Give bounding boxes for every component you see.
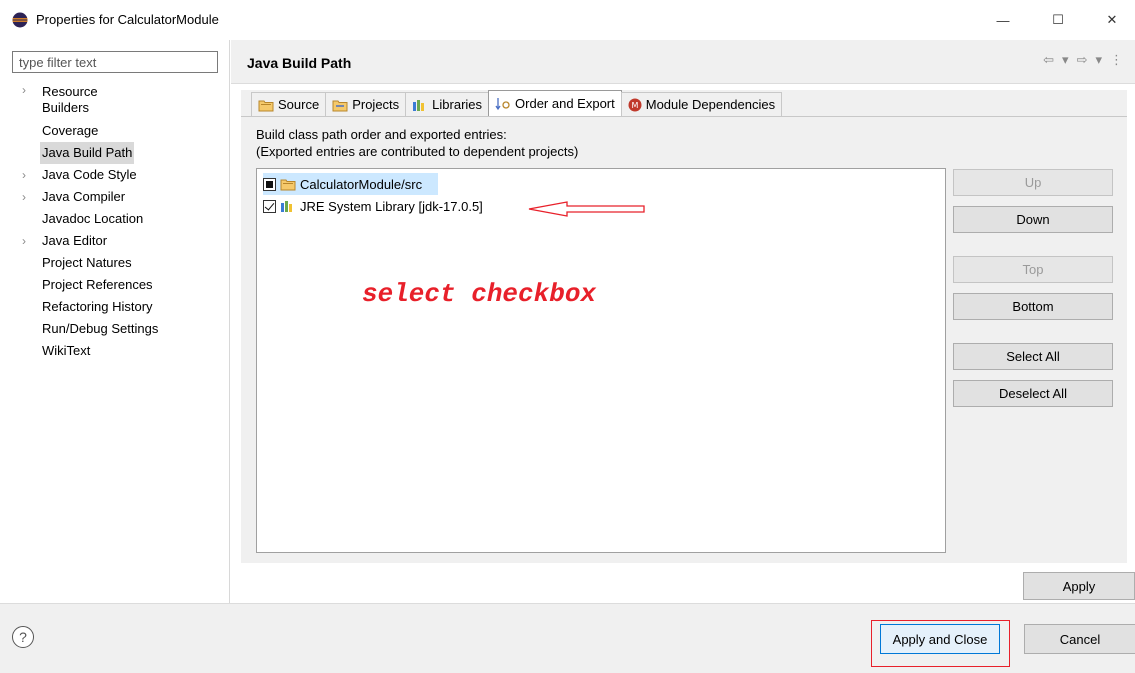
tree-item-coverage[interactable]: Coverage xyxy=(0,120,229,142)
source-folder-icon xyxy=(280,179,296,191)
chevron-down-icon[interactable]: ▾ xyxy=(1095,52,1102,68)
module-icon: M xyxy=(628,98,642,111)
chevron-down-icon[interactable]: ▾ xyxy=(1062,52,1069,68)
tab-strip-divider xyxy=(241,116,1127,117)
tab-projects[interactable]: Projects xyxy=(325,92,407,116)
cancel-button[interactable]: Cancel xyxy=(1024,624,1135,654)
order-export-icon xyxy=(495,97,510,110)
bottom-button[interactable]: Bottom xyxy=(953,293,1113,320)
annotation-text: select checkbox xyxy=(362,279,597,309)
source-folder-icon xyxy=(258,100,274,111)
description: Build class path order and exported entr… xyxy=(256,127,579,159)
dialog-footer: ? Apply and Close Cancel xyxy=(0,604,1135,673)
build-path-content: Source Projects Libraries Order and Expo… xyxy=(241,90,1127,563)
libraries-icon xyxy=(413,99,425,111)
tree-item-java-compiler[interactable]: › Java Compiler xyxy=(0,186,229,208)
tree-item-project-references[interactable]: Project References xyxy=(0,274,229,296)
tree-item-resource[interactable]: › Resource Builders xyxy=(0,82,229,120)
maximize-button[interactable]: ☐ xyxy=(1035,0,1081,40)
view-menu-icon[interactable]: ⋮ xyxy=(1110,52,1123,68)
list-item-jre-system-library[interactable]: JRE System Library [jdk-17.0.5] xyxy=(263,195,483,217)
tab-libraries[interactable]: Libraries xyxy=(405,92,490,116)
minimize-button[interactable]: — xyxy=(980,0,1026,40)
tree-item-run-debug-settings[interactable]: Run/Debug Settings xyxy=(0,318,229,340)
property-page: Java Build Path ⇦ ▾ ⇨ ▾ ⋮ Source Project… xyxy=(231,40,1135,603)
chevron-right-icon[interactable]: › xyxy=(22,82,26,98)
svg-text:M: M xyxy=(631,101,638,110)
select-all-button[interactable]: Select All xyxy=(953,343,1113,370)
tab-strip: Source Projects Libraries Order and Expo… xyxy=(251,90,783,116)
window-title: Properties for CalculatorModule xyxy=(36,12,219,27)
tree-item-refactoring-history[interactable]: Refactoring History xyxy=(0,296,229,318)
tree-item-wikitext[interactable]: WikiText xyxy=(0,340,229,362)
tree-item-java-code-style[interactable]: › Java Code Style xyxy=(0,164,229,186)
tab-order-and-export[interactable]: Order and Export xyxy=(488,90,622,116)
list-item-calculatormodule-src[interactable]: CalculatorModule/src xyxy=(263,173,439,195)
chevron-right-icon[interactable]: › xyxy=(22,230,26,252)
history-nav: ⇦ ▾ ⇨ ▾ ⋮ xyxy=(1043,52,1123,68)
page-title: Java Build Path xyxy=(247,55,352,71)
annotation-arrow xyxy=(528,201,645,217)
tab-source[interactable]: Source xyxy=(251,92,327,116)
forward-arrow-icon[interactable]: ⇨ xyxy=(1077,52,1088,68)
tree-item-project-natures[interactable]: Project Natures xyxy=(0,252,229,274)
tab-module-dependencies[interactable]: M Module Dependencies xyxy=(620,92,783,116)
down-button[interactable]: Down xyxy=(953,206,1113,233)
chevron-right-icon[interactable]: › xyxy=(22,164,26,186)
export-checkbox[interactable] xyxy=(263,199,276,213)
title-bar: Properties for CalculatorModule — ☐ ✕ xyxy=(0,0,1135,40)
projects-icon xyxy=(332,100,348,111)
top-button[interactable]: Top xyxy=(953,256,1113,283)
filter-input[interactable] xyxy=(12,51,218,73)
tree-item-java-editor[interactable]: › Java Editor xyxy=(0,230,229,252)
tree-item-builders[interactable]: Builders xyxy=(40,100,91,116)
tree-item-javadoc-location[interactable]: Javadoc Location xyxy=(0,208,229,230)
help-icon[interactable]: ? xyxy=(12,626,34,648)
maximize-icon: ☐ xyxy=(1052,12,1064,27)
back-arrow-icon[interactable]: ⇦ xyxy=(1043,52,1054,68)
up-button[interactable]: Up xyxy=(953,169,1113,196)
close-icon: ✕ xyxy=(1106,12,1118,27)
tree-item-java-build-path[interactable]: Java Build Path xyxy=(0,142,229,164)
deselect-all-button[interactable]: Deselect All xyxy=(953,380,1113,407)
property-tree: › Resource Builders Coverage Java Build … xyxy=(0,82,229,362)
classpath-entry-list[interactable]: CalculatorModule/src JRE System Library … xyxy=(256,168,946,553)
apply-button[interactable]: Apply xyxy=(1023,572,1135,600)
preferences-tree-pane: › Resource Builders Coverage Java Build … xyxy=(0,40,230,603)
apply-and-close-button[interactable]: Apply and Close xyxy=(880,624,1000,654)
close-button[interactable]: ✕ xyxy=(1089,0,1135,40)
library-icon xyxy=(281,201,292,212)
page-header: Java Build Path ⇦ ▾ ⇨ ▾ ⋮ xyxy=(231,40,1135,84)
export-checkbox[interactable] xyxy=(263,177,276,191)
eclipse-icon xyxy=(12,12,28,28)
minimize-icon: — xyxy=(996,12,1010,28)
chevron-right-icon[interactable]: › xyxy=(22,186,26,208)
